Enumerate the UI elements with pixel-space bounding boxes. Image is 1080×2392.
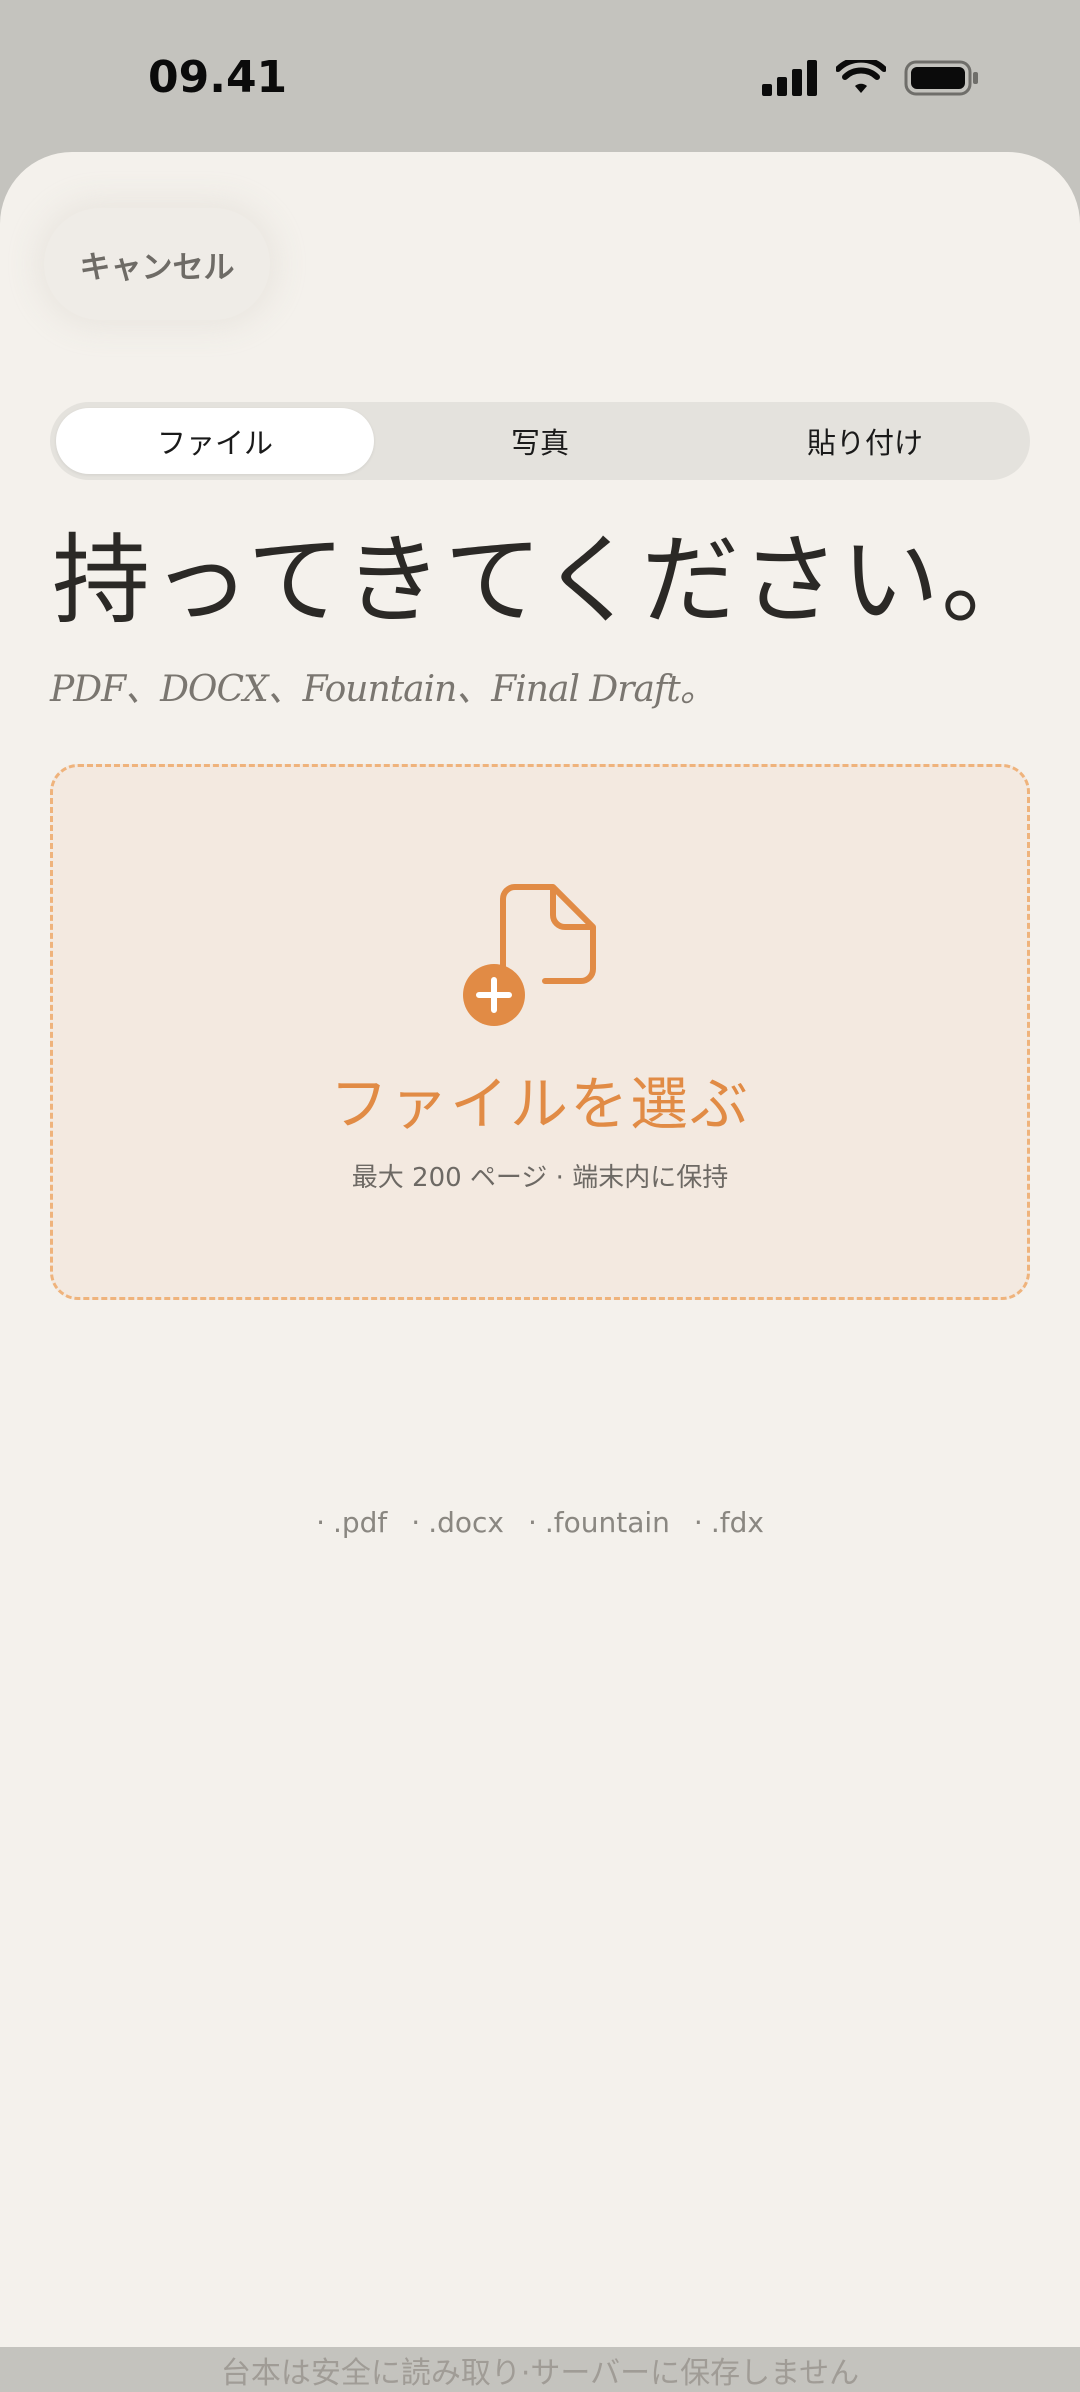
battery-icon — [904, 60, 978, 96]
import-sheet: キャンセル ファイル 写真 貼り付け 持ってきてください。 PDF、DOCX、F… — [0, 152, 1080, 2391]
extension-item: · .pdf — [316, 1506, 388, 1539]
extension-item: · .docx — [411, 1506, 504, 1539]
extension-item: · .fdx — [693, 1506, 764, 1539]
extension-list: · .pdf · .docx · .fountain · .fdx — [0, 1506, 1080, 1539]
wifi-icon — [836, 60, 886, 93]
tab-paste[interactable]: 貼り付け — [706, 408, 1024, 474]
tab-file[interactable]: ファイル — [56, 408, 374, 474]
tab-photos[interactable]: 写真 — [381, 408, 699, 474]
file-add-icon — [463, 884, 596, 1026]
status-icons — [762, 58, 980, 98]
privacy-note: 台本は安全に読み取り·サーバーに保存しません — [220, 2356, 860, 2391]
extension-item: · .fountain — [527, 1506, 670, 1539]
supported-formats-subtitle: PDF、DOCX、Fountain、Final Draft。 — [50, 669, 716, 710]
cancel-button[interactable]: キャンセル — [44, 208, 270, 320]
status-time: 09.41 — [148, 52, 288, 103]
source-segmented-control: ファイル 写真 貼り付け — [50, 402, 1030, 480]
page-title: 持ってきてください。 — [52, 524, 1042, 638]
status-bar: 09.41 — [0, 0, 1080, 150]
page-limit-note: 最大 200 ページ · 端末内に保持 — [351, 1163, 729, 1193]
choose-file-label: ファイルを選ぶ — [329, 1070, 750, 1138]
cellular-signal-icon — [762, 60, 817, 96]
file-drop-zone[interactable]: ファイルを選ぶ 最大 200 ページ · 端末内に保持 — [50, 764, 1030, 1300]
